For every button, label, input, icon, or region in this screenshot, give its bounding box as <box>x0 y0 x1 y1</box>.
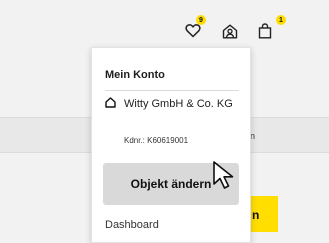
customer-number: Kdnr.: K60619001 <box>124 136 189 145</box>
heart-icon[interactable] <box>185 23 201 38</box>
cart-count-badge: 1 <box>276 15 286 25</box>
mouse-cursor-icon <box>213 161 234 189</box>
company-name: Witty GmbH & Co. KG <box>124 98 233 110</box>
home-icon <box>105 97 116 108</box>
account-dropdown: Mein Konto Witty GmbH & Co. KG Kdnr.: K6… <box>91 47 251 243</box>
divider <box>105 90 239 91</box>
dashboard-link[interactable]: Dashboard <box>105 219 159 231</box>
account-icon[interactable] <box>222 24 238 39</box>
wishlist-count-badge: 9 <box>196 15 206 25</box>
background-button-label: n <box>252 208 260 222</box>
account-menu-title: Mein Konto <box>105 69 165 81</box>
cart-icon[interactable] <box>258 23 272 39</box>
